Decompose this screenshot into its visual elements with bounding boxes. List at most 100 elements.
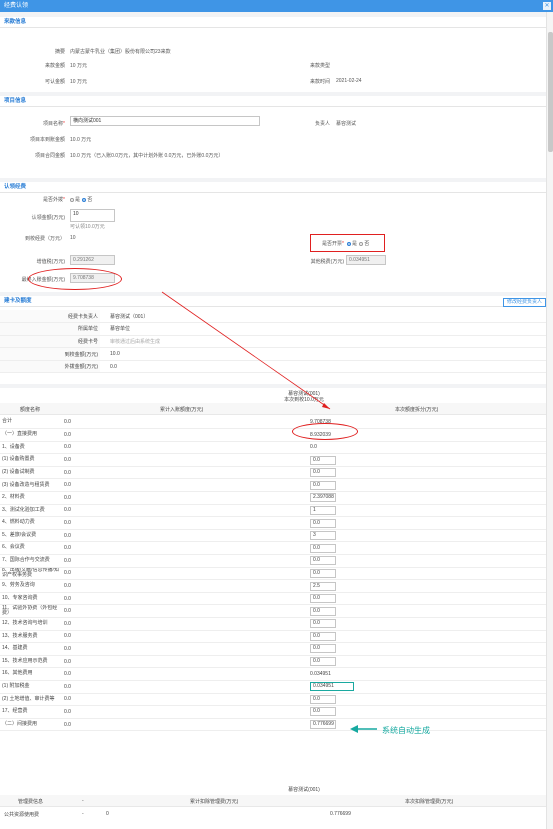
outbound-label: 是否外拨* [43, 197, 65, 203]
row-total: 0.0 [62, 541, 308, 556]
project-name-input[interactable]: 横向测试001 [70, 116, 260, 126]
mgmt-row-name: 公共资源使用费 [4, 812, 40, 818]
table-row: 经费卡号 审核通过后由系统生成 [0, 335, 546, 349]
row-this-cell: 0.034951 [308, 680, 546, 694]
split-amount-input[interactable]: 3 [310, 531, 336, 541]
table-row: 16、其他费用 0.0 0.034951 [0, 667, 546, 681]
row-name: 7、国际合作与交流费 [0, 554, 62, 568]
split-amount-input[interactable]: 0.0 [310, 543, 336, 553]
row-this-cell: 0.0 [308, 516, 546, 530]
split-amount-input[interactable]: 0.0 [310, 606, 336, 616]
invoice-radio-no[interactable] [359, 241, 364, 246]
scrollbar[interactable] [546, 12, 553, 829]
row-total: 0.0 [62, 491, 308, 505]
section-title: 建卡及额度 [0, 296, 546, 307]
row-this-cell: 0.0 [308, 453, 546, 467]
scrollbar-thumb[interactable] [548, 32, 553, 152]
project-name-label: 项目名称* [43, 121, 65, 127]
split-amount-input[interactable]: 0.0 [310, 644, 336, 654]
split-amount-input[interactable]: 2.397088 [310, 493, 336, 503]
row-this-cell: 0.0 [308, 705, 546, 719]
edit-leader-button[interactable]: 修改经费负责人 [503, 298, 546, 307]
mgmt-col-name: 管理费信息 [18, 799, 44, 805]
row-name: 9、劳务及咨询 [0, 579, 62, 593]
split-amount-input[interactable]: 0.0 [310, 707, 336, 717]
split-amount-input[interactable]: 0.0 [310, 468, 336, 478]
row-total: 0.0 [62, 693, 308, 707]
mgmt-row: 公共资源使用费 - 0 0.776699 [0, 808, 546, 820]
row-this-cell: 2.5 [308, 579, 546, 593]
split-amount-input[interactable]: 0.0 [310, 594, 336, 604]
row-name: 2、材料费 [0, 491, 62, 505]
recv-value: 10 [70, 235, 76, 241]
row-total: 0.0 [62, 416, 308, 430]
total-highlight-oval [292, 423, 358, 440]
radio-yes-label: 是 [75, 197, 81, 203]
row-name: (1) 设备购置费 [0, 453, 62, 467]
invoice-radio-no-label: 否 [364, 241, 370, 247]
split-amount-input[interactable]: 0.0 [310, 619, 336, 629]
split-amount-input[interactable]: 2.5 [310, 581, 336, 591]
split-amount-input[interactable]: 0.0 [310, 518, 336, 528]
row-name: 4、燃料动力费 [0, 516, 62, 530]
table-row: 7、国际合作与交流费 0.0 0.0 [0, 554, 546, 568]
row-name: (3) 设备改造与租赁费 [0, 478, 62, 493]
leader-value: 慕容测试 [336, 121, 357, 127]
row-name: 11、试验外协费（外包经费） [0, 604, 62, 618]
split-amount-input[interactable]: 0.0 [310, 568, 336, 578]
claimable-label: 可认金额 [44, 79, 65, 85]
row-name: 6、会议费 [0, 541, 62, 556]
row-name: 15、技术应用示范费 [0, 655, 62, 669]
split-amount-input[interactable]: 0.0 [310, 657, 336, 667]
col-this: 本次额度拆分(万元) [395, 407, 439, 413]
table-row: 13、技术服务费 0.0 0.0 [0, 630, 546, 644]
row-name: (2) 土地增值、审计费等 [0, 693, 62, 707]
row-this-cell: 0.0 [308, 592, 546, 606]
split-amount-input[interactable]: 0.776699 [310, 720, 336, 730]
row-label: 经费卡号 [0, 335, 100, 349]
window-titlebar: 经费认领 ✕ [0, 0, 553, 12]
split-amount-input[interactable]: 0.0 [310, 556, 336, 566]
split-amount-input[interactable]: 0.0 [310, 480, 336, 490]
split-amount-input[interactable]: 0.034951 [310, 682, 354, 692]
claim-amount-input[interactable]: 10 [70, 209, 115, 222]
split-amount-input[interactable]: 0.0 [310, 455, 336, 465]
split-amount-input[interactable]: 0.0 [310, 694, 336, 704]
radio-no[interactable] [82, 197, 87, 202]
row-name: 13、技术服务费 [0, 630, 62, 644]
row-total: 0.0 [62, 567, 308, 581]
mgmt-col-total: 累计扣除管理费(万元) [190, 799, 239, 805]
funding-source-section: 来款信息 摘要 内蒙古蒙牛乳业（集团）股份有限公司23来款 来款金额 10 万元… [0, 17, 546, 92]
row-total: 0.0 [62, 705, 308, 719]
split-amount-input[interactable]: 1 [310, 505, 336, 515]
type-label: 来款类型 [309, 63, 330, 69]
invoice-radio-yes[interactable] [347, 241, 351, 246]
row-name: 5、差旅/会议费 [0, 529, 62, 543]
row-label: 所属单位 [0, 322, 100, 336]
row-total: 0.0 [62, 529, 308, 543]
row-this-cell: 3 [308, 529, 546, 543]
table-row: 到校金额(万元) 10.0 [0, 347, 546, 361]
close-icon[interactable]: ✕ [543, 2, 551, 10]
row-value: 审核通过后由系统生成 [100, 335, 546, 349]
mgmt-col-header: 管理费信息 - 累计扣除管理费(万元) 本次扣除管理费(万元) [0, 795, 546, 807]
total-label: 项目合同金额 [34, 153, 65, 159]
invoice-label-text: 是否开票 [322, 241, 343, 247]
col-name: 额度名称 [20, 407, 41, 413]
invoice-radios: 是 否 [346, 240, 369, 247]
tax-input: 0.291262 [70, 255, 115, 265]
table-row: (1) 设备购置费 0.0 0.0 [0, 453, 546, 467]
split-amount-input[interactable]: 0.0 [310, 631, 336, 641]
table-row: 经费卡负责人 慕容测试（001） [0, 310, 546, 324]
row-total: 0.0 [62, 642, 308, 656]
table-row: （二）间接费用 0.0 0.776699 [0, 718, 546, 732]
table-row: (2) 土地增值、审计费等 0.0 0.0 [0, 693, 546, 707]
mgmt-row-total: 0 [106, 811, 109, 817]
radio-yes[interactable] [70, 197, 74, 202]
row-this-cell: 0.0 [308, 693, 546, 707]
project-name-label-text: 项目名称 [43, 121, 64, 127]
row-name: (1) 附加税金 [0, 680, 62, 694]
table-row: 12、技术咨询与培训 0.0 0.0 [0, 617, 546, 631]
row-this-cell: 1 [308, 504, 546, 518]
row-name: 14、基建费 [0, 642, 62, 656]
